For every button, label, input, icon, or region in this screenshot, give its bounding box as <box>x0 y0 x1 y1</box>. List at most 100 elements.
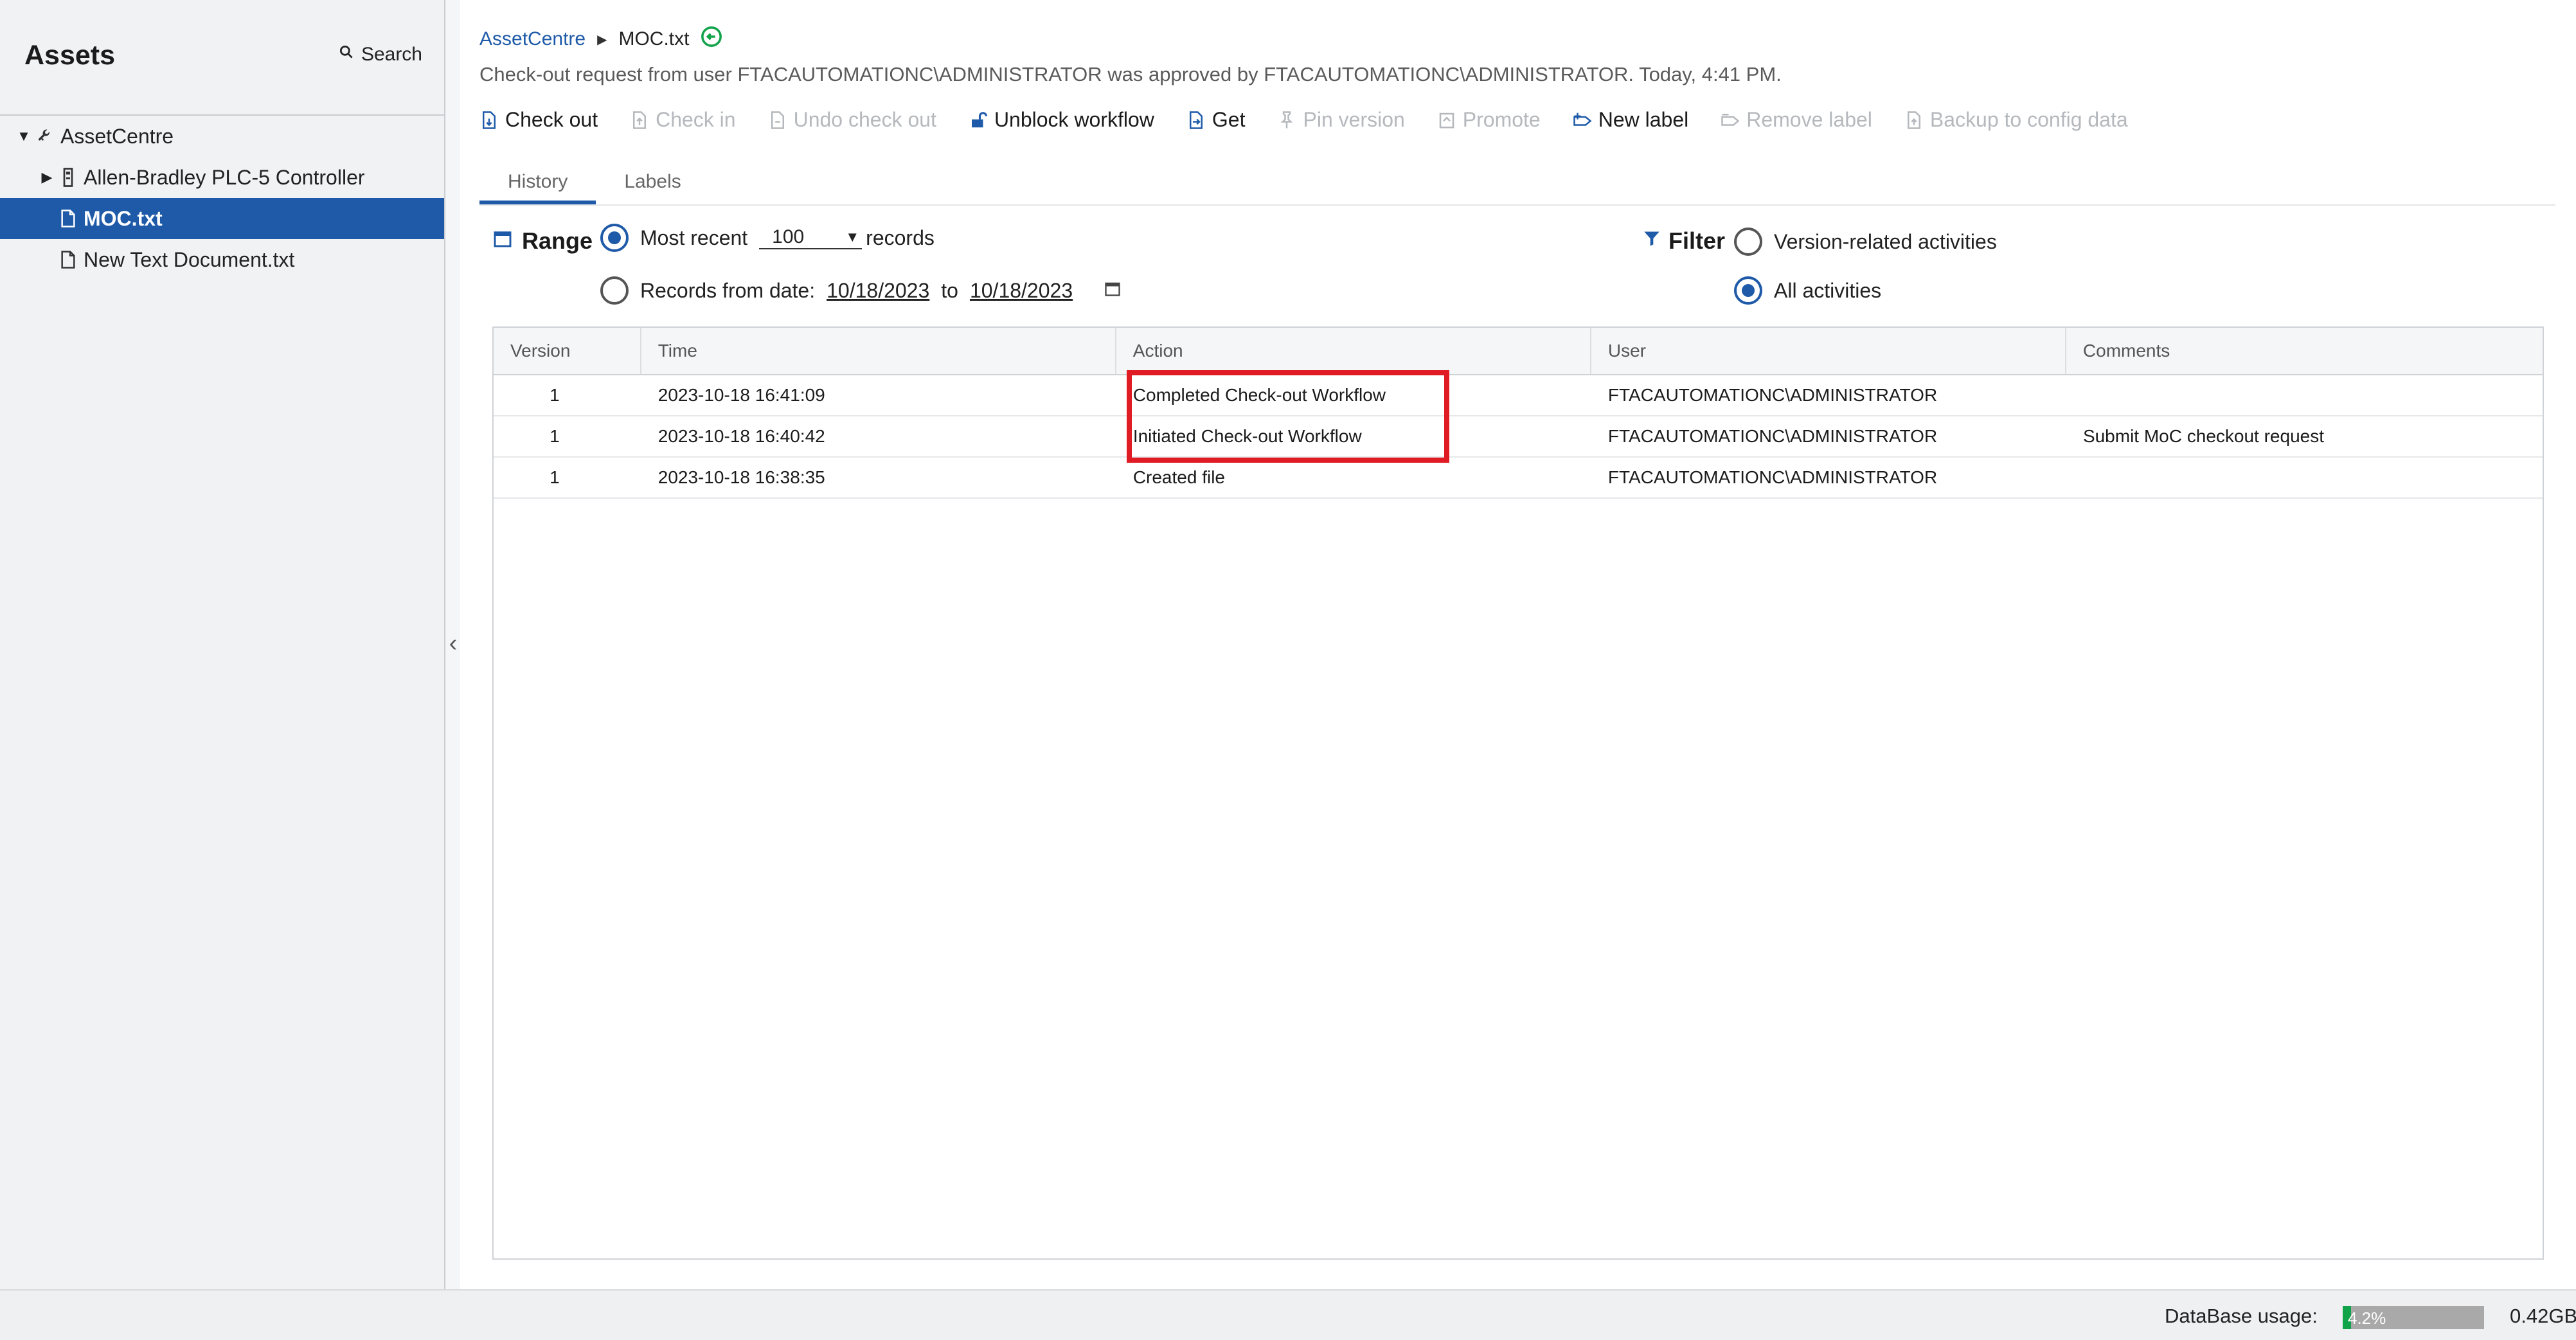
records-count-select[interactable]: 100 ▼ <box>759 226 863 249</box>
column-header-time[interactable]: Time <box>641 328 1116 374</box>
promote-button[interactable]: Promote <box>1437 108 1541 132</box>
unlock-icon <box>971 111 987 127</box>
table-row[interactable]: 1 2023-10-18 16:40:42 Initiated Check-ou… <box>494 416 2543 458</box>
undo-check-out-icon <box>771 111 784 129</box>
cell-comments <box>2066 458 2543 497</box>
pin-version-button[interactable]: Pin version <box>1277 108 1405 132</box>
tree-item-label: MOC.txt <box>84 206 163 230</box>
get-label: Get <box>1212 108 1246 131</box>
all-activities-option: All activities <box>1734 276 1881 305</box>
to-date-input[interactable]: 10/18/2023 <box>970 279 1073 303</box>
status-message: Check-out request from user FTACAUTOMATI… <box>479 63 1782 85</box>
check-out-icon <box>483 111 496 129</box>
app-root: Assets Search ▼ AssetCentre ▶ Allen-Brad… <box>0 0 2576 1340</box>
unblock-workflow-button[interactable]: Unblock workflow <box>969 108 1154 132</box>
cell-comments: Submit MoC checkout request <box>2082 426 2324 446</box>
records-suffix: records <box>866 226 935 249</box>
tree-item-plc5-controller[interactable]: ▶ Allen-Bradley PLC-5 Controller <box>0 157 444 198</box>
tab-history[interactable]: History <box>479 163 596 204</box>
tree-item-new-text-document[interactable]: New Text Document.txt <box>0 239 444 280</box>
version-related-radio[interactable] <box>1734 228 1762 256</box>
get-icon <box>1189 111 1203 129</box>
checked-out-status-icon <box>701 26 722 53</box>
backup-to-config-button[interactable]: Backup to config data <box>1904 108 2128 132</box>
main-panel: AssetCentre ▶ MOC.txt Check-out request … <box>460 0 2576 1289</box>
breadcrumb-root-link[interactable]: AssetCentre <box>479 28 586 50</box>
check-in-icon <box>633 111 647 129</box>
records-count-value: 100 <box>772 226 805 247</box>
check-in-button[interactable]: Check in <box>630 108 736 132</box>
backup-icon <box>1907 111 1920 129</box>
history-table: Version Time Action User Comments 1 2023… <box>492 326 2544 1260</box>
cell-time: 2023-10-18 16:38:35 <box>657 467 825 487</box>
tree-item-moc-txt[interactable]: MOC.txt <box>0 198 444 239</box>
tree-item-assetcentre[interactable]: ▼ AssetCentre <box>0 116 444 157</box>
all-activities-radio[interactable] <box>1734 276 1762 305</box>
all-activities-label: All activities <box>1774 278 1882 302</box>
collapse-sidebar-icon[interactable]: ‹ <box>445 630 461 657</box>
tree-item-label: AssetCentre <box>60 124 174 148</box>
database-usage-label: DataBase usage: <box>2165 1305 2318 1327</box>
table-row[interactable]: 1 2023-10-18 16:38:35 Created file FTACA… <box>494 458 2543 499</box>
search-button[interactable]: Search <box>338 44 422 66</box>
wrench-icon <box>33 127 57 145</box>
assets-sidebar: Assets Search ▼ AssetCentre ▶ Allen-Brad… <box>0 0 445 1289</box>
tab-labels[interactable]: Labels <box>596 163 709 204</box>
table-row[interactable]: 1 2023-10-18 16:41:09 Completed Check-ou… <box>494 375 2543 416</box>
cell-user: FTACAUTOMATIONC\ADMINISTRATOR <box>1607 467 1938 487</box>
cell-comments <box>2066 375 2543 415</box>
cell-time: 2023-10-18 16:41:09 <box>657 385 825 405</box>
undo-check-out-label: Undo check out <box>793 108 936 131</box>
asset-tree: ▼ AssetCentre ▶ Allen-Bradley PLC-5 Cont… <box>0 116 444 280</box>
cell-action: Completed Check-out Workflow <box>1132 385 1386 405</box>
breadcrumb: AssetCentre ▶ MOC.txt <box>479 26 722 53</box>
new-label-icon <box>1573 112 1592 126</box>
file-icon <box>57 251 80 269</box>
records-from-date-radio[interactable] <box>600 276 629 305</box>
undo-check-out-button[interactable]: Undo check out <box>768 108 936 132</box>
tab-bar: History Labels <box>479 163 2555 206</box>
tree-item-label: Allen-Bradley PLC-5 Controller <box>84 165 365 189</box>
column-header-version[interactable]: Version <box>494 328 641 374</box>
sidebar-title: Assets <box>24 40 116 71</box>
dropdown-arrow-icon: ▼ <box>845 229 860 245</box>
most-recent-label: Most recent <box>640 226 748 249</box>
filter-title: Filter <box>1668 228 1726 254</box>
date-picker-icon[interactable] <box>1104 279 1122 303</box>
check-out-button[interactable]: Check out <box>479 108 598 132</box>
column-header-action[interactable]: Action <box>1116 328 1591 374</box>
status-bar: DataBase usage: 4.2% 0.42GB <box>0 1289 2576 1340</box>
range-heading: Range <box>492 228 593 255</box>
version-related-label: Version-related activities <box>1774 229 1997 253</box>
filter-funnel-icon <box>1643 228 1661 254</box>
database-size: 0.42GB <box>2510 1305 2576 1327</box>
cell-action: Created file <box>1132 467 1225 487</box>
search-label: Search <box>361 44 422 65</box>
cell-user: FTACAUTOMATIONC\ADMINISTRATOR <box>1607 385 1938 405</box>
unblock-workflow-label: Unblock workflow <box>994 108 1154 131</box>
database-usage-bar: 4.2% <box>2343 1306 2484 1329</box>
remove-label-button[interactable]: Remove label <box>1721 108 1872 132</box>
most-recent-radio[interactable] <box>600 224 629 252</box>
filter-heading: Filter <box>1643 228 1725 255</box>
records-from-date-option: Records from date: 10/18/2023 to 10/18/2… <box>600 276 1122 305</box>
check-in-label: Check in <box>656 108 736 131</box>
most-recent-option: Most recent 100 ▼ records <box>600 224 935 252</box>
search-icon <box>338 44 355 66</box>
range-title: Range <box>522 228 593 254</box>
breadcrumb-current: MOC.txt <box>618 28 690 49</box>
collapsed-caret-icon[interactable]: ▶ <box>37 169 57 186</box>
expanded-caret-icon[interactable]: ▼ <box>14 128 33 145</box>
from-date-input[interactable]: 10/18/2023 <box>827 279 929 303</box>
get-button[interactable]: Get <box>1186 108 1246 132</box>
column-header-user[interactable]: User <box>1591 328 2066 374</box>
pin-version-label: Pin version <box>1303 108 1405 131</box>
file-icon <box>57 210 80 228</box>
cell-version: 1 <box>550 426 560 446</box>
new-label-label: New label <box>1598 108 1689 131</box>
to-label: to <box>941 278 958 302</box>
new-label-button[interactable]: New label <box>1573 108 1689 132</box>
database-usage-percent: 4.2% <box>2348 1309 2386 1328</box>
column-header-comments[interactable]: Comments <box>2066 328 2543 374</box>
cell-time: 2023-10-18 16:40:42 <box>657 426 825 446</box>
